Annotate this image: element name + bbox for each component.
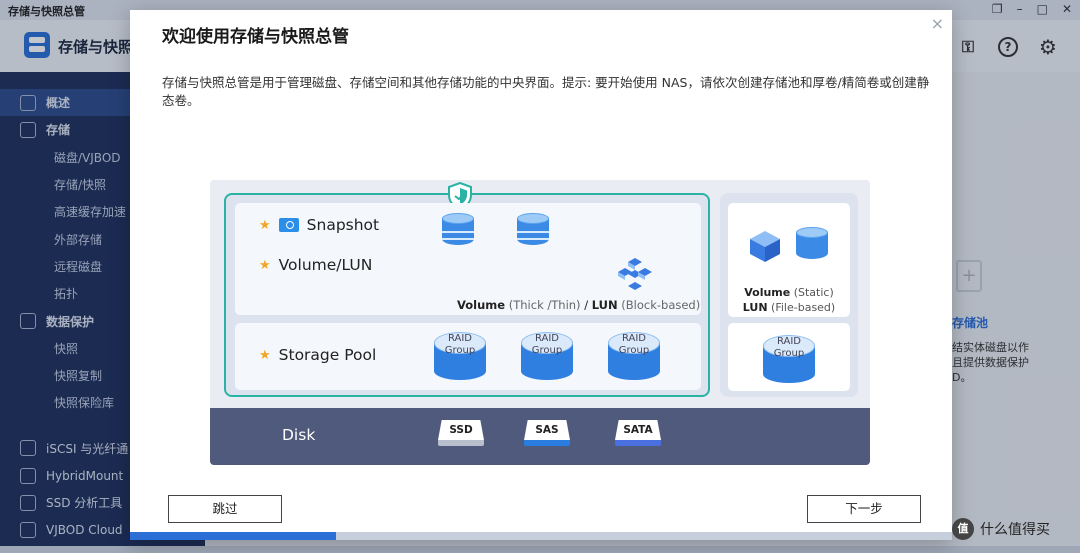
- static-volume-area: Volume (Static) LUN (File-based) RAID Gro…: [720, 193, 858, 397]
- raid-group-icon: RAID Group: [763, 335, 815, 385]
- skip-button[interactable]: 跳过: [168, 495, 282, 523]
- volume-lun-label: Volume/LUN: [278, 256, 373, 274]
- star-icon: ★: [259, 257, 271, 273]
- storage-pool-label: Storage Pool: [278, 346, 377, 364]
- snapshot-row: ★ Snapshot: [259, 216, 379, 234]
- thin-volume-icon: [517, 213, 549, 249]
- volume-lun-caption: Volume (Thick /Thin) / LUN (Block-based): [457, 298, 701, 312]
- snapshot-label: Snapshot: [306, 216, 380, 234]
- welcome-dialog: 欢迎使用存储与快照总管 × 存储与快照总管是用于管理磁盘、存储空间和其他存储功能…: [130, 10, 952, 540]
- ssd-edge: [438, 440, 484, 446]
- volume-lun-tile: ★ Snapshot ★ Volume/LUN Volume (Thick /T…: [235, 203, 701, 315]
- sata-edge: [615, 440, 661, 446]
- cube-icon: [750, 231, 780, 262]
- star-icon: ★: [259, 347, 271, 363]
- volume-lun-row: ★ Volume/LUN: [259, 256, 372, 274]
- sas-drive-icon: SAS: [524, 420, 570, 450]
- star-icon: ★: [259, 217, 271, 233]
- disk-label: Disk: [282, 426, 316, 444]
- watermark-logo: 值: [952, 518, 974, 540]
- storage-pool-row: ★ Storage Pool: [259, 346, 376, 364]
- next-button[interactable]: 下一步: [807, 495, 921, 523]
- watermark-text: 什么值得买: [980, 522, 1050, 538]
- storage-architecture-diagram: ★ Snapshot ★ Volume/LUN Volume (Thick /T…: [210, 180, 870, 465]
- raid-group-icon: RAID Group: [434, 332, 486, 382]
- static-volume-caption: Volume (Static) LUN (File-based): [742, 286, 836, 314]
- storage-pool-tile: ★ Storage Pool RAID Group RAID Group RAID G…: [235, 323, 701, 390]
- raid-group-icon: RAID Group: [608, 332, 660, 382]
- static-volume-icon: [796, 227, 828, 263]
- raid-group-icon: RAID Group: [521, 332, 573, 382]
- dialog-description: 存储与快照总管是用于管理磁盘、存储空间和其他存储功能的中央界面。提示: 要开始使…: [162, 75, 930, 108]
- block-lun-icon: [618, 258, 652, 290]
- watermark: 值 什么值得买: [952, 518, 1050, 540]
- wizard-progress-fill: [130, 532, 336, 540]
- ssd-drive-icon: SSD: [438, 420, 484, 450]
- dialog-title: 欢迎使用存储与快照总管: [162, 27, 349, 47]
- thick-volume-icon: [442, 213, 474, 249]
- wizard-progress-bar: [130, 532, 952, 540]
- static-volume-tile: Volume (Static) LUN (File-based): [728, 203, 850, 317]
- disk-layer: Disk SSD SAS SATA: [210, 408, 870, 465]
- sas-edge: [524, 440, 570, 446]
- camera-icon: [278, 218, 299, 232]
- close-icon[interactable]: ×: [931, 14, 944, 33]
- sata-drive-icon: SATA: [615, 420, 661, 450]
- static-raid-tile: RAID Group: [728, 323, 850, 391]
